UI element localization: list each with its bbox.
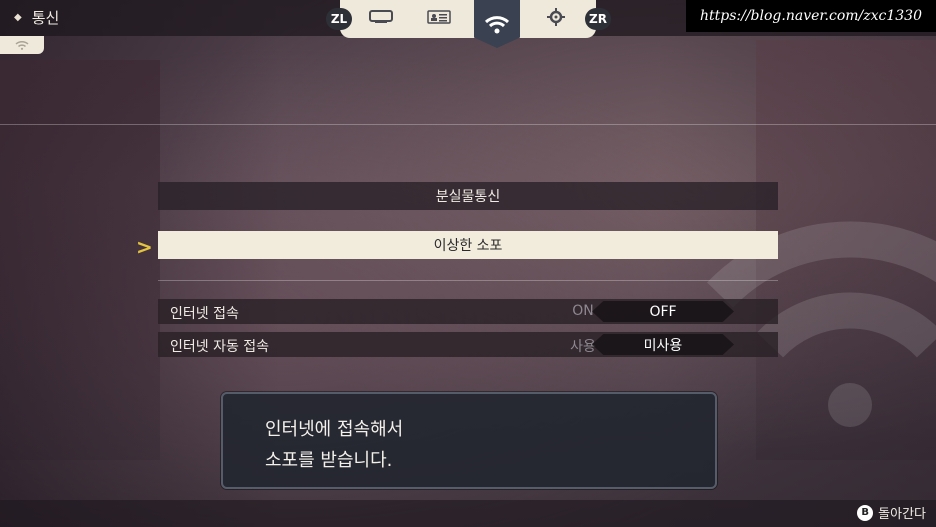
bottom-bar: B 돌아간다 (0, 500, 936, 527)
background-building-left (0, 60, 160, 460)
profile-card-icon (427, 10, 451, 24)
tab-settings[interactable] (543, 7, 569, 27)
option-value-selected[interactable]: 미사용 (592, 334, 734, 355)
dialog-line-1: 인터넷에 접속해서 (265, 419, 404, 440)
wifi-icon (484, 16, 510, 34)
page-title: ◆ 통신 (14, 7, 59, 28)
description-dialog: 인터넷에 접속해서 소포를 받습니다. (221, 392, 717, 489)
screen-icon (369, 10, 393, 23)
page-title-text: 통신 (31, 9, 60, 27)
option-auto-connection[interactable]: 인터넷 자동 접속 사용 미사용 (158, 332, 778, 357)
diamond-icon: ◆ (14, 12, 22, 23)
b-button-icon: B (857, 504, 874, 521)
zr-button[interactable]: ZR (585, 8, 611, 30)
option-value-selected[interactable]: OFF (592, 301, 734, 322)
divider-options (158, 280, 778, 281)
gear-icon (547, 8, 565, 26)
option-internet-connection[interactable]: 인터넷 접속 ON OFF (158, 299, 778, 324)
watermark: https://blog.naver.com/zxc1330 (686, 0, 936, 32)
wifi-small-icon (15, 40, 29, 50)
subtab-wifi[interactable] (0, 36, 44, 54)
tab-profile[interactable] (426, 7, 452, 27)
back-button[interactable]: B 돌아간다 (857, 503, 926, 522)
option-label: 인터넷 자동 접속 (170, 339, 270, 355)
tab-bar: ZL ZR (326, 0, 611, 48)
tab-screen[interactable] (368, 7, 394, 27)
menu-item-strange-package[interactable]: 이상한 소포 (158, 231, 778, 259)
menu-item-lost-items[interactable]: 분실물통신 (158, 182, 778, 210)
back-label: 돌아간다 (878, 507, 926, 522)
option-label: 인터넷 접속 (170, 306, 239, 322)
dialog-line-2: 소포를 받습니다. (265, 450, 393, 471)
zl-button[interactable]: ZL (326, 8, 352, 30)
cursor-arrow-icon: > (136, 235, 153, 259)
divider-top (0, 124, 936, 125)
